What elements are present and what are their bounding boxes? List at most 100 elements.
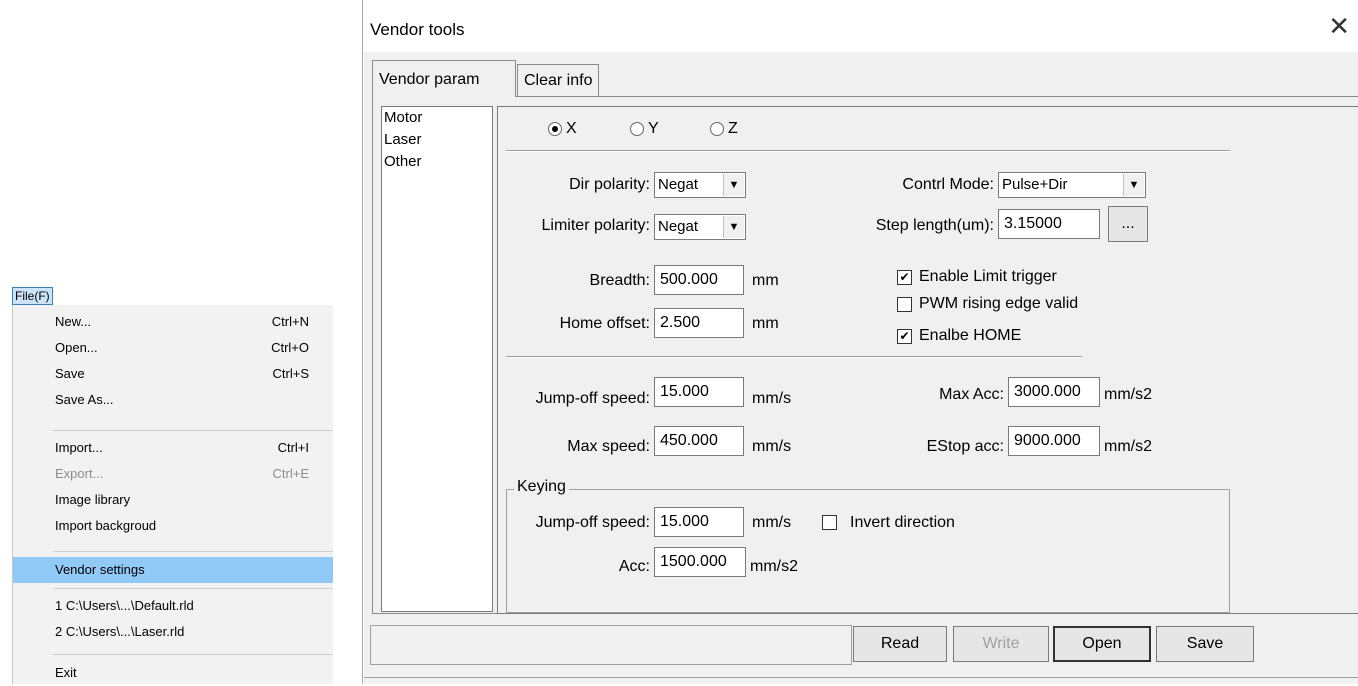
menu-item-save-as[interactable]: Save As... bbox=[13, 387, 333, 413]
keying-acc-label: Acc: bbox=[618, 558, 650, 575]
menu-item-shortcut: Ctrl+I bbox=[277, 440, 309, 455]
menu-item-label: Import... bbox=[55, 440, 103, 455]
open-button[interactable]: Open bbox=[1053, 626, 1151, 662]
menu-item-label: Exit bbox=[55, 665, 77, 680]
pwm-rising-checkbox[interactable] bbox=[897, 297, 912, 312]
keying-jump-off-speed-input[interactable]: 15.000 bbox=[654, 507, 744, 537]
breadth-label: Breadth: bbox=[589, 272, 650, 289]
contrl-mode-label: Contrl Mode: bbox=[902, 176, 994, 193]
status-box bbox=[370, 625, 852, 665]
menu-item-recent-2[interactable]: 2 C:\Users\...\Laser.rld bbox=[13, 619, 333, 645]
file-menu-title[interactable]: File(F) bbox=[12, 287, 53, 305]
limiter-polarity-value: Negat bbox=[658, 218, 699, 235]
limiter-polarity-select[interactable]: Negat ▼ bbox=[654, 214, 746, 240]
file-menu: New... Ctrl+N Open... Ctrl+O Save Ctrl+S Sa… bbox=[12, 305, 333, 684]
list-item-motor[interactable]: Motor bbox=[382, 107, 492, 129]
menu-item-open[interactable]: Open... Ctrl+O bbox=[13, 335, 333, 361]
close-icon[interactable]: ✕ bbox=[1328, 12, 1350, 42]
keying-jump-off-speed-label: Jump-off speed: bbox=[535, 514, 650, 531]
keying-jump-off-speed-unit: mm/s bbox=[752, 514, 792, 531]
menu-item-label: Image library bbox=[55, 492, 131, 507]
pwm-rising-label: PWM rising edge valid bbox=[919, 295, 1079, 312]
radio-axis-z-label: Z bbox=[728, 120, 738, 137]
radio-axis-x-label: X bbox=[566, 120, 577, 137]
divider bbox=[506, 356, 1082, 358]
menu-item-label: 2 C:\Users\...\Laser.rld bbox=[55, 624, 185, 639]
invert-direction-checkbox[interactable] bbox=[822, 515, 837, 530]
radio-axis-y[interactable] bbox=[630, 122, 644, 136]
enable-home-checkbox[interactable]: ✔ bbox=[897, 329, 912, 344]
read-button[interactable]: Read bbox=[853, 626, 947, 662]
menu-separator bbox=[53, 551, 333, 552]
radio-axis-z[interactable] bbox=[710, 122, 724, 136]
divider bbox=[506, 150, 1230, 152]
keying-group-title: Keying bbox=[514, 478, 569, 496]
menu-item-exit[interactable]: Exit bbox=[13, 660, 333, 686]
dir-polarity-select[interactable]: Negat ▼ bbox=[654, 172, 746, 198]
window-divider bbox=[362, 0, 363, 684]
tab-vendor-param[interactable]: Vendor param bbox=[372, 60, 516, 97]
menu-item-import-background[interactable]: Import backgroud bbox=[13, 513, 333, 539]
home-offset-input[interactable]: 2.500 bbox=[654, 308, 744, 338]
step-length-input[interactable]: 3.15000 bbox=[998, 209, 1100, 239]
save-button[interactable]: Save bbox=[1156, 626, 1254, 662]
jump-off-speed-input[interactable]: 15.000 bbox=[654, 377, 744, 407]
radio-axis-y-label: Y bbox=[648, 120, 659, 137]
keying-acc-unit: mm/s2 bbox=[750, 558, 798, 575]
chevron-down-icon: ▼ bbox=[723, 174, 744, 196]
max-acc-label: Max Acc: bbox=[939, 386, 1004, 403]
limiter-polarity-label: Limiter polarity: bbox=[541, 217, 650, 234]
keying-acc-input[interactable]: 1500.000 bbox=[654, 547, 746, 577]
max-acc-unit: mm/s2 bbox=[1104, 386, 1152, 403]
menu-separator bbox=[53, 430, 333, 431]
radio-axis-x[interactable] bbox=[548, 122, 562, 136]
jump-off-speed-unit: mm/s bbox=[752, 390, 792, 407]
dir-polarity-value: Negat bbox=[658, 176, 699, 193]
list-item-other[interactable]: Other bbox=[382, 151, 492, 173]
menu-item-label: Open... bbox=[55, 340, 98, 355]
vendor-tools-dialog: Vendor tools ✕ Vendor param Clear info M… bbox=[364, 0, 1358, 684]
menu-item-save[interactable]: Save Ctrl+S bbox=[13, 361, 333, 387]
step-length-label: Step length(um): bbox=[875, 217, 994, 234]
enable-limit-label: Enable Limit trigger bbox=[919, 268, 1057, 285]
menu-item-label: New... bbox=[55, 314, 92, 329]
menu-item-import[interactable]: Import... Ctrl+I bbox=[13, 435, 333, 461]
menu-item-shortcut: Ctrl+E bbox=[272, 466, 309, 481]
chevron-down-icon: ▼ bbox=[723, 216, 744, 238]
bottom-divider bbox=[364, 677, 1358, 678]
dialog-titlebar: Vendor tools ✕ bbox=[364, 0, 1358, 52]
tab-clear-info[interactable]: Clear info bbox=[517, 64, 600, 97]
max-acc-input[interactable]: 3000.000 bbox=[1008, 377, 1100, 407]
menu-item-label: Save As... bbox=[55, 392, 114, 407]
menu-item-new[interactable]: New... Ctrl+N bbox=[13, 309, 333, 335]
list-item-laser[interactable]: Laser bbox=[382, 129, 492, 151]
enable-limit-checkbox[interactable]: ✔ bbox=[897, 270, 912, 285]
estop-acc-input[interactable]: 9000.000 bbox=[1008, 426, 1100, 456]
max-speed-unit: mm/s bbox=[752, 438, 792, 455]
dialog-title: Vendor tools bbox=[370, 20, 465, 39]
menu-item-label: 1 C:\Users\...\Default.rld bbox=[55, 598, 194, 613]
step-length-browse-button[interactable]: ... bbox=[1108, 206, 1148, 242]
menu-item-vendor-settings[interactable]: Vendor settings bbox=[13, 557, 333, 583]
menu-item-export: Export... Ctrl+E bbox=[13, 461, 333, 487]
menu-item-label: Vendor settings bbox=[55, 562, 145, 577]
max-speed-label: Max speed: bbox=[567, 438, 650, 455]
max-speed-input[interactable]: 450.000 bbox=[654, 426, 744, 456]
menu-item-label: Save bbox=[55, 366, 85, 381]
jump-off-speed-label: Jump-off speed: bbox=[535, 390, 650, 407]
contrl-mode-select[interactable]: Pulse+Dir ▼ bbox=[998, 172, 1146, 198]
menu-separator bbox=[53, 654, 333, 655]
category-list[interactable]: Motor Laser Other bbox=[381, 106, 493, 612]
enable-home-label: Enalbe HOME bbox=[919, 327, 1022, 344]
estop-acc-unit: mm/s2 bbox=[1104, 438, 1152, 455]
write-button: Write bbox=[953, 626, 1049, 662]
invert-direction-label: Invert direction bbox=[850, 514, 955, 531]
menu-item-label: Import backgroud bbox=[55, 518, 157, 533]
estop-acc-label: EStop acc: bbox=[926, 438, 1004, 455]
home-offset-unit: mm bbox=[752, 315, 779, 332]
keying-groupbox bbox=[506, 489, 1230, 613]
menu-item-recent-1[interactable]: 1 C:\Users\...\Default.rld bbox=[13, 593, 333, 619]
menu-item-image-library[interactable]: Image library bbox=[13, 487, 333, 513]
menu-item-shortcut: Ctrl+O bbox=[271, 340, 309, 355]
breadth-input[interactable]: 500.000 bbox=[654, 265, 744, 295]
